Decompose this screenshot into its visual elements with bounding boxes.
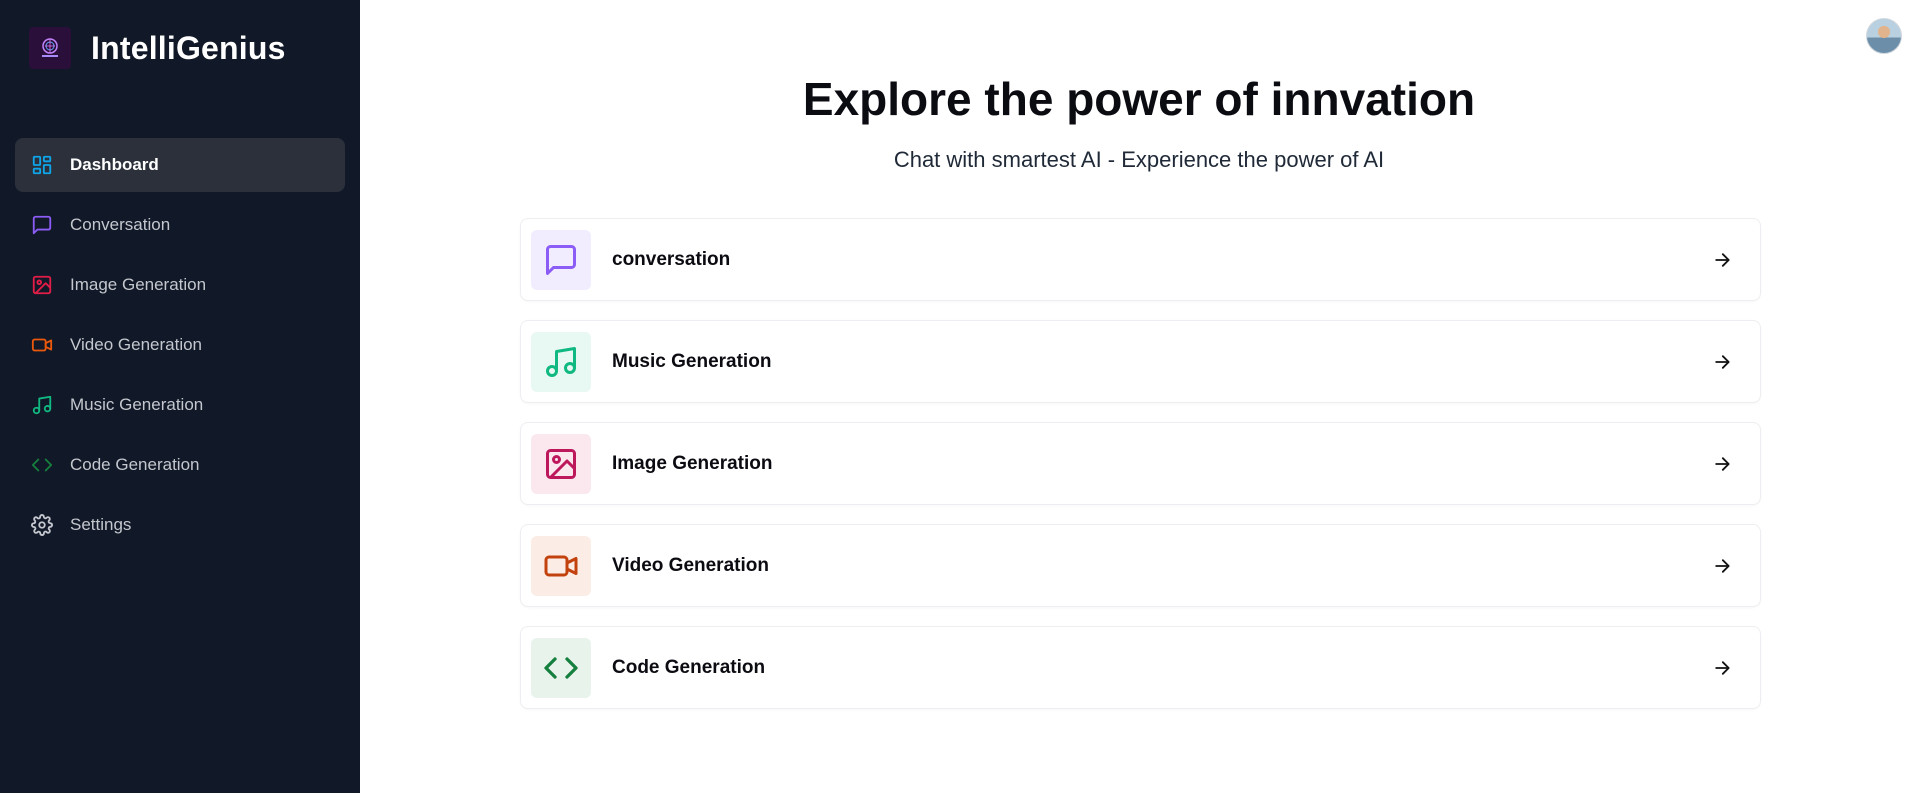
sidebar-item-label: Settings — [70, 515, 132, 534]
music-icon — [30, 393, 54, 417]
arrow-right-icon — [1710, 248, 1734, 272]
image-icon — [531, 433, 591, 494]
video-icon — [30, 333, 54, 357]
card-label: Video Generation — [612, 554, 769, 576]
sidebar-item-label: Code Generation — [70, 455, 200, 474]
page-subtitle: Chat with smartest AI - Experience the p… — [893, 147, 1385, 172]
card-conversation[interactable]: conversation — [520, 218, 1761, 301]
sidebar-item-code-generation[interactable]: Code Generation — [15, 438, 345, 492]
sidebar-item-label: Dashboard — [70, 155, 159, 174]
brand-name: IntelliGenius — [91, 29, 286, 66]
image-icon — [30, 273, 54, 297]
code-icon — [30, 453, 54, 477]
card-label: Code Generation — [612, 656, 766, 678]
user-avatar[interactable] — [1866, 18, 1902, 54]
sidebar-item-settings[interactable]: Settings — [15, 498, 345, 552]
arrow-right-icon — [1710, 350, 1734, 374]
arrow-right-icon — [1710, 656, 1734, 680]
sidebar-item-conversation[interactable]: Conversation — [15, 198, 345, 252]
code-icon — [531, 637, 591, 698]
gear-icon — [30, 513, 54, 537]
sidebar-nav: Dashboard Conversation Image Generation — [15, 138, 345, 558]
card-label: Music Generation — [612, 350, 772, 372]
card-music-generation[interactable]: Music Generation — [520, 320, 1761, 403]
sidebar-item-label: Conversation — [70, 215, 171, 234]
music-icon — [531, 331, 591, 392]
arrow-right-icon — [1710, 452, 1734, 476]
sidebar: IntelliGenius Dashboard Conversation Ima… — [0, 0, 360, 793]
message-square-icon — [531, 229, 591, 290]
card-video-generation[interactable]: Video Generation — [520, 524, 1761, 607]
sidebar-item-label: Music Generation — [70, 395, 204, 414]
sidebar-item-dashboard[interactable]: Dashboard — [15, 138, 345, 192]
card-code-generation[interactable]: Code Generation — [520, 626, 1761, 709]
video-icon — [531, 535, 591, 596]
sidebar-item-label: Image Generation — [70, 275, 207, 294]
tool-cards: conversation Music Generation Image Gene… — [520, 218, 1761, 728]
brand[interactable]: IntelliGenius — [29, 27, 286, 69]
dashboard-icon — [30, 153, 54, 177]
sidebar-item-label: Video Generation — [70, 335, 203, 354]
sidebar-item-image-generation[interactable]: Image Generation — [15, 258, 345, 312]
card-label: Image Generation — [612, 452, 773, 474]
sidebar-item-video-generation[interactable]: Video Generation — [15, 318, 345, 372]
message-square-icon — [30, 213, 54, 237]
card-label: conversation — [612, 248, 731, 270]
card-image-generation[interactable]: Image Generation — [520, 422, 1761, 505]
sidebar-item-music-generation[interactable]: Music Generation — [15, 378, 345, 432]
arrow-right-icon — [1710, 554, 1734, 578]
brand-logo — [29, 27, 71, 69]
page-title: Explore the power of innvation — [802, 73, 1476, 125]
